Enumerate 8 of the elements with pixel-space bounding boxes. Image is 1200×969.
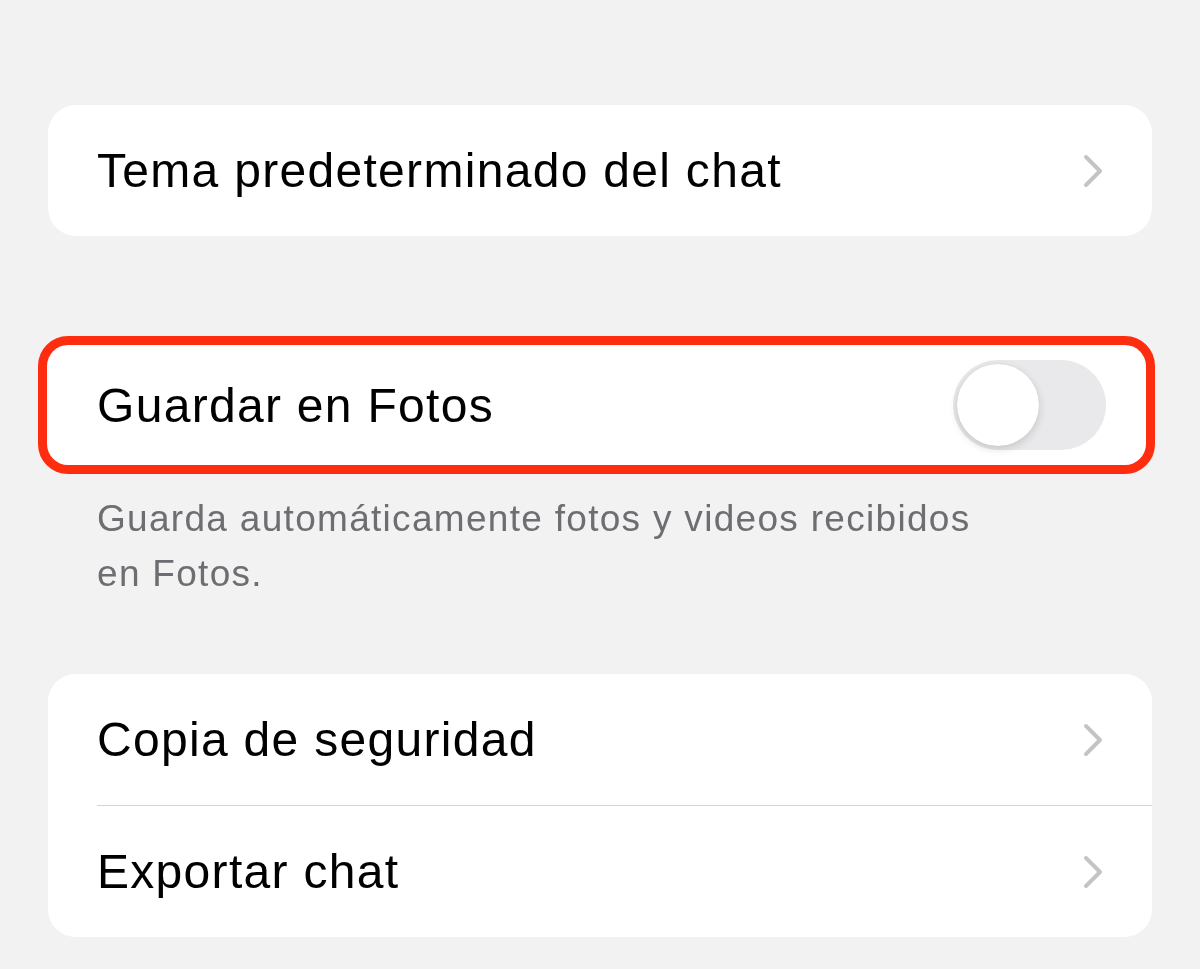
chevron-right-icon	[1083, 153, 1103, 188]
chevron-right-icon	[1083, 722, 1103, 757]
row-label: Exportar chat	[97, 844, 400, 899]
row-label: Copia de seguridad	[97, 712, 537, 767]
chevron-right-icon	[1083, 854, 1103, 889]
row-label: Tema predeterminado del chat	[97, 143, 782, 198]
section-footer-text: Guarda automáticamente fotos y videos recibidos en Fotos.	[97, 497, 972, 596]
row-label: Guardar en Fotos	[97, 377, 494, 433]
